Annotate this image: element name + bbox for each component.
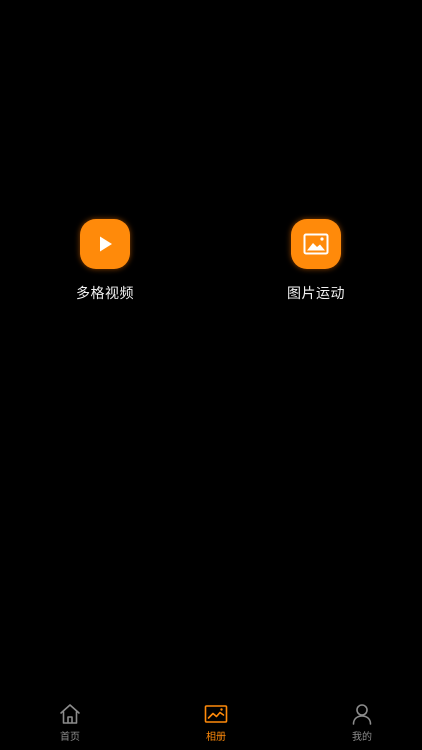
tab-profile[interactable]: 我的 bbox=[342, 702, 382, 743]
multi-grid-video-label: 多格视频 bbox=[76, 286, 134, 302]
bottom-tab-bar: 首页 相册 我的 bbox=[0, 702, 422, 750]
feature-image-motion[interactable]: 图片运动 bbox=[256, 219, 376, 303]
image-motion-button[interactable] bbox=[291, 219, 341, 269]
tab-home[interactable]: 首页 bbox=[50, 702, 90, 743]
tab-album-label: 相册 bbox=[206, 732, 226, 743]
image-motion-label: 图片运动 bbox=[287, 286, 345, 302]
album-icon bbox=[204, 705, 228, 723]
multi-grid-video-button[interactable] bbox=[80, 219, 130, 269]
image-icon bbox=[303, 233, 329, 255]
play-icon bbox=[100, 236, 112, 252]
tab-profile-label: 我的 bbox=[352, 732, 372, 743]
home-icon bbox=[60, 704, 80, 724]
tab-home-label: 首页 bbox=[60, 732, 80, 743]
feature-multi-grid-video[interactable]: 多格视频 bbox=[45, 219, 165, 303]
profile-icon bbox=[352, 704, 372, 725]
tab-album[interactable]: 相册 bbox=[196, 702, 236, 743]
